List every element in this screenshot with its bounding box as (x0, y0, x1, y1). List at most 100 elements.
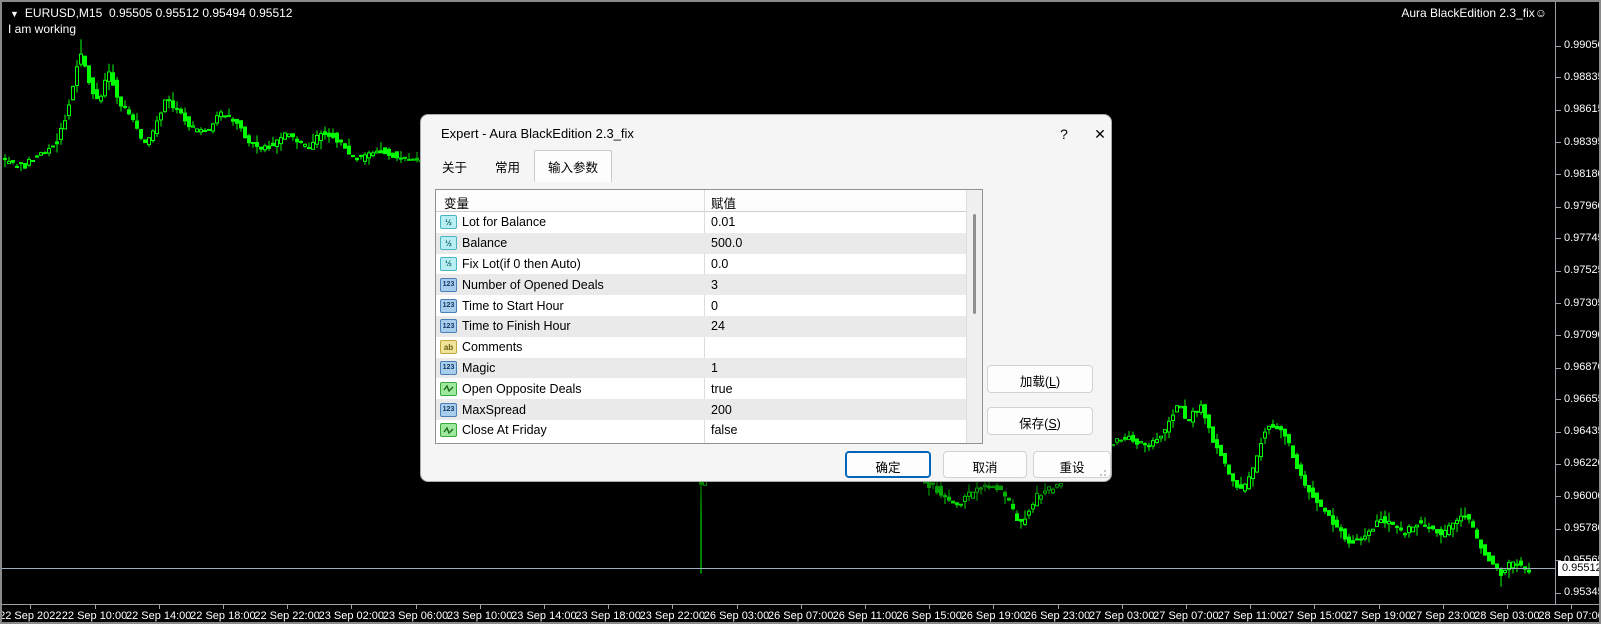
price-tick (1556, 238, 1561, 240)
ea-comment: I am working (8, 22, 77, 36)
price-axis-label: 0.98180 (1564, 167, 1601, 180)
param-row-time-to-start-hour[interactable]: 123 Time to Start Hour 0 (436, 295, 982, 316)
smiley-icon: ☺ (1534, 6, 1547, 20)
time-tick (30, 605, 32, 609)
time-axis-label: 22 Sep 18:00 (190, 610, 256, 622)
table-scrollbar[interactable] (966, 190, 982, 443)
ea-watermark: Aura BlackEdition 2.3_fix☺ (1401, 6, 1547, 20)
symbol-quote-line[interactable]: ▼ EURUSD,M15 0.95505 0.95512 0.95494 0.95… (10, 6, 292, 20)
param-name: Balance (462, 236, 508, 251)
mt4-chart-window: ▼ EURUSD,M15 0.95505 0.95512 0.95494 0.95… (0, 0, 1601, 624)
time-axis-label: 26 Sep 19:00 (960, 610, 1027, 622)
param-value[interactable]: false (711, 423, 737, 437)
price-tick (1556, 142, 1561, 144)
price-axis-label: 0.95780 (1564, 522, 1601, 535)
time-axis-label: 22 Sep 22:00 (254, 610, 320, 622)
time-axis-label: 27 Sep 23:00 (1409, 610, 1476, 622)
close-icon[interactable]: ✕ (1089, 123, 1111, 145)
param-name: Number of Opened Deals (462, 277, 604, 292)
param-name: MaxSpread (462, 402, 526, 417)
time-axis[interactable]: 22 Sep 2022 22 Sep 10:00 22 Sep 14:00 22 Se… (0, 604, 1601, 622)
resize-grip[interactable] (1098, 468, 1106, 476)
int-type-icon: 123 (440, 319, 457, 334)
expert-properties-dialog: Expert - Aura BlackEdition 2.3_fix ? ✕ 关… (420, 114, 1112, 482)
time-tick (94, 605, 96, 609)
cancel-button[interactable]: 取消 (943, 451, 1027, 478)
time-tick (1506, 605, 1508, 609)
price-axis-label: 0.98615 (1564, 103, 1601, 116)
time-tick (1057, 605, 1059, 609)
time-axis-label: 28 Sep 07:00 (1538, 610, 1601, 622)
time-tick (929, 605, 931, 609)
price-tick (1556, 77, 1561, 79)
price-axis-label: 0.97305 (1564, 296, 1601, 309)
save-button[interactable]: 保存(S) (987, 407, 1093, 435)
time-axis-label: 28 Sep 03:00 (1474, 610, 1540, 622)
price-axis-label: 0.97090 (1564, 328, 1601, 341)
param-row-close-at-friday[interactable]: Close At Friday false (436, 420, 982, 441)
column-header-value: 赋值 (711, 197, 737, 211)
time-tick (993, 605, 995, 609)
ok-button[interactable]: 确定 (845, 451, 931, 478)
param-name: Lot for Balance (462, 215, 547, 230)
int-type-icon: 123 (440, 360, 457, 375)
table-header[interactable]: 变量 赋值 (436, 190, 982, 212)
time-tick (672, 605, 674, 609)
param-value[interactable]: 3 (711, 278, 718, 292)
param-value[interactable]: 0 (711, 299, 718, 313)
time-axis-label: 22 Sep 2022 (0, 610, 62, 622)
param-row-maxspread[interactable]: 123 MaxSpread 200 (436, 399, 982, 420)
param-row-time-to-finish-hour[interactable]: 123 Time to Finish Hour 24 (436, 315, 982, 337)
int-type-icon: 123 (440, 277, 457, 292)
tab-common[interactable]: 常用 (481, 151, 534, 182)
param-row-open-opposite-deals[interactable]: Open Opposite Deals true (436, 378, 982, 399)
inputs-table: 变量 赋值 ½ Lot for Balance 0.01 ½ Balance 500.0 ½… (435, 189, 983, 444)
price-tick (1556, 399, 1561, 401)
help-button[interactable]: ? (1053, 123, 1075, 145)
param-row-lot-for-balance[interactable]: ½ Lot for Balance 0.01 (436, 212, 982, 233)
time-tick (415, 605, 417, 609)
time-tick (864, 605, 866, 609)
param-row-number-of-opened-deals[interactable]: 123 Number of Opened Deals 3 (436, 274, 982, 296)
param-row-comments[interactable]: ab Comments (436, 337, 982, 358)
double-type-icon: ½ (440, 256, 457, 271)
column-header-variable: 变量 (444, 197, 470, 211)
dialog-tabs: 关于 常用 输入参数 (428, 150, 613, 182)
price-tick (1556, 528, 1561, 530)
int-type-icon: 123 (440, 298, 457, 313)
param-value[interactable]: 24 (711, 319, 725, 333)
double-type-icon: ½ (440, 215, 457, 230)
param-value[interactable]: 200 (711, 403, 732, 417)
time-axis-label: 22 Sep 10:00 (61, 610, 128, 622)
param-value[interactable]: 0.01 (711, 215, 735, 229)
time-tick (1442, 605, 1444, 609)
price-axis[interactable]: 0.99050 0.98835 0.98615 0.98395 0.98180 0.979… (1555, 2, 1601, 604)
load-button[interactable]: 加载(L) (987, 365, 1093, 393)
time-tick (608, 605, 610, 609)
time-axis-label: 26 Sep 03:00 (703, 610, 770, 622)
param-value[interactable]: 500.0 (711, 236, 742, 250)
price-axis-label: 0.96435 (1564, 425, 1601, 438)
price-axis-label: 0.96870 (1564, 361, 1601, 374)
price-axis-label: 0.95345 (1564, 586, 1601, 599)
price-axis-label: 0.96220 (1564, 457, 1601, 470)
param-name: Open Opposite Deals (462, 381, 582, 396)
param-value[interactable]: true (711, 382, 733, 396)
param-value[interactable]: 1 (711, 361, 718, 375)
tab-about[interactable]: 关于 (428, 151, 481, 182)
param-row-magic[interactable]: 123 Magic 1 (436, 357, 982, 379)
price-tick (1556, 174, 1561, 176)
dialog-title: Expert - Aura BlackEdition 2.3_fix (441, 126, 634, 141)
time-tick (1314, 605, 1316, 609)
param-value[interactable]: 0.0 (711, 257, 728, 271)
price-axis-label: 0.98395 (1564, 135, 1601, 148)
time-axis-label: 27 Sep 19:00 (1345, 610, 1412, 622)
tab-inputs[interactable]: 输入参数 (534, 150, 613, 182)
param-row-fix-lot-if-0-then-auto-[interactable]: ½ Fix Lot(if 0 then Auto) 0.0 (436, 254, 982, 275)
scrollbar-thumb[interactable] (973, 214, 976, 314)
param-row-balance[interactable]: ½ Balance 500.0 (436, 232, 982, 254)
time-axis-label: 23 Sep 14:00 (511, 610, 577, 622)
time-tick (351, 605, 353, 609)
time-axis-label: 23 Sep 10:00 (446, 610, 513, 622)
price-axis-label: 0.99050 (1564, 39, 1601, 51)
